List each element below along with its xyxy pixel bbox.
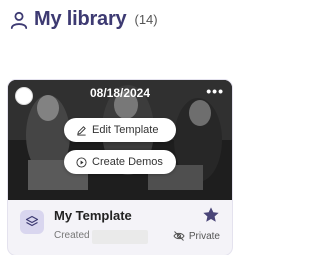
- more-options-icon[interactable]: •••: [206, 84, 224, 98]
- template-card[interactable]: 08/18/2024 ••• Edit Template Create Demo…: [8, 80, 232, 255]
- eye-off-icon: [173, 231, 185, 241]
- page-title: My library: [34, 8, 127, 30]
- template-type-badge: [20, 210, 44, 234]
- created-by-value: [92, 230, 148, 244]
- layers-icon: [25, 215, 39, 227]
- library-count: (14): [134, 12, 158, 27]
- template-thumbnail[interactable]: 08/18/2024 ••• Edit Template Create Demo…: [8, 80, 232, 200]
- privacy-status[interactable]: Private: [173, 230, 220, 242]
- template-date: 08/18/2024: [89, 86, 151, 100]
- create-demos-label: Create Demos: [92, 156, 163, 168]
- play-circle-icon: [76, 156, 87, 168]
- user-icon: [10, 11, 28, 29]
- library-header: My library (14): [10, 8, 158, 31]
- edit-template-label: Edit Template: [92, 124, 159, 136]
- privacy-label: Private: [188, 230, 220, 242]
- star-icon[interactable]: [202, 206, 220, 224]
- create-demos-button[interactable]: Create Demos: [64, 150, 176, 174]
- template-name[interactable]: My Template: [54, 208, 132, 223]
- template-info: My Template Created by Private: [8, 200, 232, 255]
- edit-template-button[interactable]: Edit Template: [64, 118, 176, 142]
- pencil-icon: [77, 125, 86, 136]
